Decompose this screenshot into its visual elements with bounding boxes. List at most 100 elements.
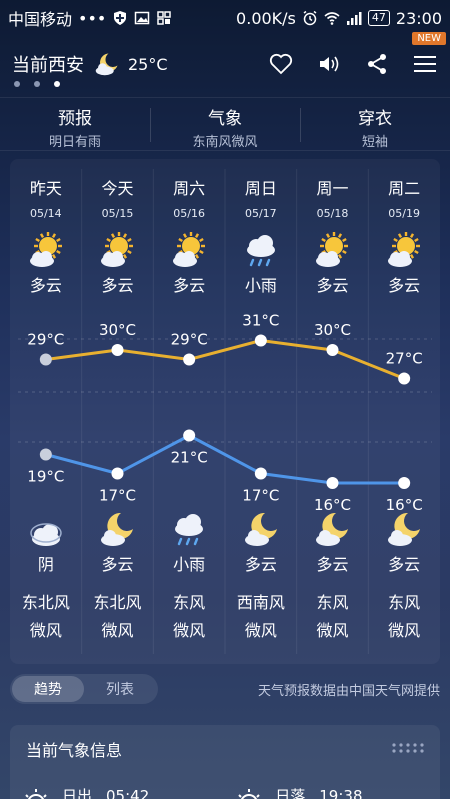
carrier-label: 中国移动: [8, 10, 73, 29]
sun-cloud-icon: [173, 232, 206, 267]
info-tabs: 预报 明日有雨 气象 东南风微风 穿衣 短袖: [0, 97, 450, 151]
moon-cloud-icon: [101, 512, 134, 546]
high-temp-point: [39, 353, 52, 366]
day-name: 周一: [316, 179, 349, 198]
wind-level: 微风: [173, 621, 206, 640]
wind-direction: 东风: [388, 593, 421, 612]
moon-cloud-icon: [244, 512, 277, 546]
night-weather: 多云: [388, 555, 421, 574]
high-temp-point: [326, 344, 339, 356]
night-weather: 多云: [244, 555, 277, 574]
day-column[interactable]: 昨天 05/14 多云阴东北风 微风: [10, 159, 82, 640]
share-icon: [368, 54, 386, 74]
speaker-icon: [320, 56, 339, 72]
high-temp-point: [183, 353, 196, 366]
low-temp-label: 17°C: [242, 487, 279, 505]
shield-icon: [114, 11, 127, 25]
high-temp-label: 31°C: [242, 312, 279, 330]
voice-broadcast-button[interactable]: [316, 51, 342, 77]
page-dot-active[interactable]: [54, 81, 60, 87]
net-speed: 0.00K/s: [236, 8, 296, 28]
day-column[interactable]: 周日 05/17 小雨 多云 西南风 微风: [225, 159, 297, 640]
day-date: 05/18: [316, 207, 349, 220]
moon-cloud-icon: [316, 512, 349, 546]
rain-cloud-icon: [246, 235, 275, 267]
high-temp-label: 29°C: [27, 331, 64, 349]
day-column[interactable]: 周二 05/19 多云 多云 东风 微风: [368, 159, 440, 640]
day-column[interactable]: 今天 05/15 多云 多云 东北风 微风: [82, 159, 154, 640]
current-temperature: 25°C: [128, 54, 168, 74]
alarm-icon: [303, 10, 317, 26]
view-toggle-bar: 趋势 列表 天气预报数据由中国天气网提供: [10, 672, 440, 706]
low-temp-point: [254, 467, 267, 480]
low-temp-label: 16°C: [314, 496, 351, 514]
tab-trend[interactable]: 趋势: [12, 676, 84, 702]
view-toggle: 趋势 列表: [10, 674, 158, 704]
day-date: 05/14: [29, 207, 62, 220]
moon-cloud-icon: [95, 53, 118, 76]
day-weather: 多云: [173, 276, 206, 295]
page-dot[interactable]: [14, 81, 20, 87]
tab-forecast[interactable]: 预报 明日有雨: [0, 98, 150, 150]
tab-title: 气象: [208, 109, 242, 129]
current-info-card[interactable]: 当前气象信息 日出 05:42 日落 19:38: [10, 725, 440, 799]
page-dot[interactable]: [34, 81, 40, 87]
sun-cloud-icon: [29, 232, 62, 267]
day-date: 05/15: [101, 207, 134, 220]
high-temp-label: 30°C: [314, 321, 351, 339]
wind-level: 微风: [244, 621, 277, 640]
current-info-title: 当前气象信息: [26, 741, 123, 760]
wind-direction: 东北风: [21, 593, 70, 612]
high-temp-point: [398, 372, 411, 385]
day-column[interactable]: 周六 05/16 多云 小雨 东风 微风: [153, 159, 225, 640]
sun-cloud-icon: [101, 232, 134, 267]
hamburger-menu-icon: [414, 56, 436, 72]
heart-icon: [269, 53, 293, 75]
tab-title: 预报: [58, 109, 92, 129]
notification-dots: •••: [78, 8, 107, 28]
wind-level: 微风: [388, 621, 421, 640]
low-temp-point: [111, 467, 124, 480]
city-name[interactable]: 当前西安: [12, 51, 84, 77]
low-temp-point: [326, 477, 339, 489]
image-icon: [135, 11, 150, 25]
low-temp-label: 17°C: [99, 487, 136, 505]
menu-button[interactable]: [412, 51, 438, 77]
day-column[interactable]: 周一 05/18 多云 多云 东风 微风: [297, 159, 369, 640]
high-temp-point: [254, 334, 267, 347]
sun-cloud-icon: [316, 232, 349, 267]
sun-cloud-icon: [388, 232, 421, 267]
wind-level: 微风: [101, 621, 134, 640]
tab-clothing[interactable]: 穿衣 短袖: [300, 98, 450, 150]
day-name: 昨天: [29, 179, 62, 198]
low-temp-point: [183, 429, 196, 442]
night-weather: 小雨: [173, 555, 206, 574]
wind-direction: 东风: [173, 593, 206, 612]
night-weather: 阴: [37, 555, 54, 574]
day-weather: 多云: [388, 276, 421, 295]
day-weather: 多云: [316, 276, 349, 295]
sunrise-time: 05:42: [106, 786, 150, 799]
sun-times-row: 日出 05:42 日落 19:38: [24, 785, 363, 799]
low-temp-point: [39, 448, 52, 461]
more-dots-icon[interactable]: [390, 741, 426, 755]
wind-direction: 东北风: [93, 593, 142, 612]
high-temp-line: [45, 338, 405, 380]
app-grid-icon: [157, 11, 172, 25]
day-name: 周六: [173, 179, 206, 198]
day-date: 05/17: [244, 207, 277, 220]
tab-list[interactable]: 列表: [84, 676, 156, 702]
tab-title: 穿衣: [358, 109, 392, 129]
low-temp-line: [45, 433, 405, 485]
tab-subtitle: 短袖: [361, 135, 388, 150]
share-button[interactable]: [364, 51, 390, 77]
sunrise-icon: [25, 788, 47, 799]
favorite-button[interactable]: [268, 51, 294, 77]
sunset-time: 19:38: [319, 786, 363, 799]
day-weather: 小雨: [244, 276, 277, 295]
data-source-note: 天气预报数据由中国天气网提供: [257, 683, 440, 699]
wind-level: 微风: [316, 621, 349, 640]
low-temp-label: 16°C: [386, 496, 423, 514]
tab-weather[interactable]: 气象 东南风微风: [150, 98, 300, 150]
day-weather: 多云: [29, 276, 62, 295]
